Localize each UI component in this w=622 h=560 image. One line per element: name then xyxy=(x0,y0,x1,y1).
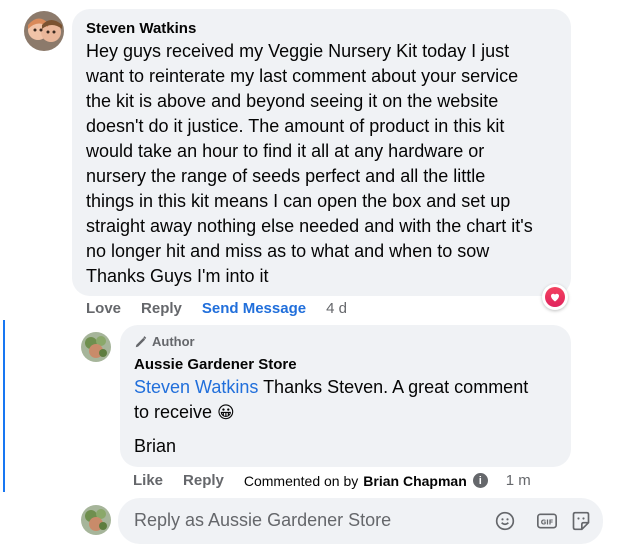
svg-text:GIF: GIF xyxy=(541,518,554,526)
reply-input-placeholder: Reply as Aussie Gardener Store xyxy=(134,510,392,530)
composer-avatar xyxy=(81,505,111,535)
avatar-steven-watkins[interactable] xyxy=(24,11,64,51)
commented-on-by-label: Commented on by xyxy=(243,472,359,489)
store-logo-icon xyxy=(81,332,111,362)
comment-author-name[interactable]: Steven Watkins xyxy=(86,20,196,37)
reply-button[interactable]: Reply xyxy=(141,300,182,317)
reply-actions: Like Reply Commented on by Brian Chapman… xyxy=(133,472,531,489)
reply-timestamp[interactable]: 1 m xyxy=(506,472,531,489)
sticker-icon[interactable] xyxy=(569,509,593,533)
gif-icon[interactable]: GIF xyxy=(535,509,559,533)
reply-bubble: Author Aussie Gardener Store Steven Watk… xyxy=(120,325,571,467)
reaction-badge[interactable] xyxy=(542,284,568,310)
comment-bubble: Steven Watkins Hey guys received my Vegg… xyxy=(72,9,571,296)
store-logo-icon xyxy=(81,505,111,535)
reply-text: Steven Watkins Thanks Steven. A great co… xyxy=(134,375,564,425)
reply-input[interactable]: Reply as Aussie Gardener Store GIF xyxy=(118,498,603,544)
like-button[interactable]: Like xyxy=(133,472,163,489)
comment-actions: Love Reply Send Message 4 d xyxy=(86,300,367,317)
avatar-photo-icon xyxy=(24,11,64,51)
thread-highlight-line xyxy=(3,320,5,492)
commenter-name[interactable]: Brian Chapman xyxy=(363,473,466,489)
comment-timestamp[interactable]: 4 d xyxy=(326,300,347,317)
mention-link[interactable]: Steven Watkins xyxy=(134,377,258,397)
smile-emoji: 😀 xyxy=(217,403,235,422)
comment-text: Hey guys received my Veggie Nursery Kit … xyxy=(86,41,533,286)
author-badge: Author xyxy=(134,334,195,349)
author-badge-label: Author xyxy=(152,334,195,349)
reply-reply-button[interactable]: Reply xyxy=(183,472,224,489)
heart-icon xyxy=(545,287,565,307)
emoji-icon[interactable] xyxy=(493,509,517,533)
send-message-button[interactable]: Send Message xyxy=(202,300,306,317)
reply-signature: Brian xyxy=(134,436,177,456)
avatar-aussie-gardener-store[interactable] xyxy=(81,332,111,362)
reply-author-name[interactable]: Aussie Gardener Store xyxy=(134,356,297,373)
love-button[interactable]: Love xyxy=(86,300,121,317)
info-icon[interactable]: i xyxy=(472,473,488,488)
pencil-icon xyxy=(135,335,147,347)
